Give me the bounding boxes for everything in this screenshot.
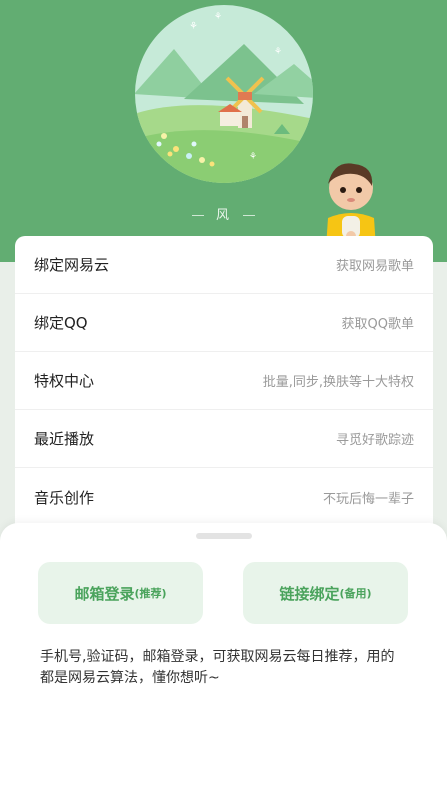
svg-text:⚘: ⚘ — [249, 152, 257, 162]
list-item-subtitle: 寻觅好歌踪迹 — [335, 433, 414, 448]
list-item-subtitle: 不玩后悔一辈子 — [322, 491, 414, 507]
list-item-recent-play[interactable]: 最近播放 寻觅好歌踪迹 — [15, 410, 433, 468]
header-banner: ⚘ ⚘ ⚘ ⚘ 风 — [0, 0, 447, 270]
list-item-privilege-center[interactable]: 特权中心 批量,同步,换肤等十大特权 — [15, 352, 433, 410]
login-bottom-sheet: 邮箱登录 (推荐) 链接绑定 (备用) 手机号,验证码，邮箱登录，可获取网易云每日推… — [0, 523, 447, 795]
list-item-title: 特权中心 — [34, 372, 95, 390]
list-item-subtitle: 获取QQ歌单 — [341, 317, 414, 332]
email-login-button[interactable]: 邮箱登录 (推荐) — [38, 562, 203, 624]
list-item-subtitle: 获取网易歌单 — [335, 259, 414, 274]
svg-text:⚘: ⚘ — [214, 12, 222, 22]
sheet-drag-handle[interactable] — [196, 533, 252, 539]
list-item-subtitle: 批量,同步,换肤等十大特权 — [262, 375, 414, 390]
list-item-title: 音乐创作 — [34, 488, 95, 507]
link-bind-button[interactable]: 链接绑定 (备用) — [243, 562, 408, 624]
list-item-bind-netease[interactable]: 绑定网易云 获取网易歌单 — [15, 236, 433, 294]
list-item-title: 绑定网易云 — [34, 256, 110, 274]
windmill-landscape-illustration: ⚘ ⚘ ⚘ ⚘ — [135, 5, 313, 183]
list-item-bind-qq[interactable]: 绑定QQ 获取QQ歌单 — [15, 294, 433, 352]
svg-text:⚘: ⚘ — [274, 47, 282, 57]
login-description: 手机号,验证码，邮箱登录，可获取网易云每日推荐，用的都是网易云算法，懂你想听~ — [40, 649, 395, 686]
feature-list: 绑定网易云 获取网易歌单 绑定QQ 获取QQ歌单 特权中心 批量,同步,换肤等十… — [15, 236, 433, 536]
list-item-title: 最近播放 — [34, 430, 95, 448]
list-item-music-creation[interactable]: 音乐创作 不玩后悔一辈子 — [15, 468, 433, 526]
svg-text:⚘: ⚘ — [189, 21, 198, 32]
list-item-title: 绑定QQ — [34, 314, 88, 332]
